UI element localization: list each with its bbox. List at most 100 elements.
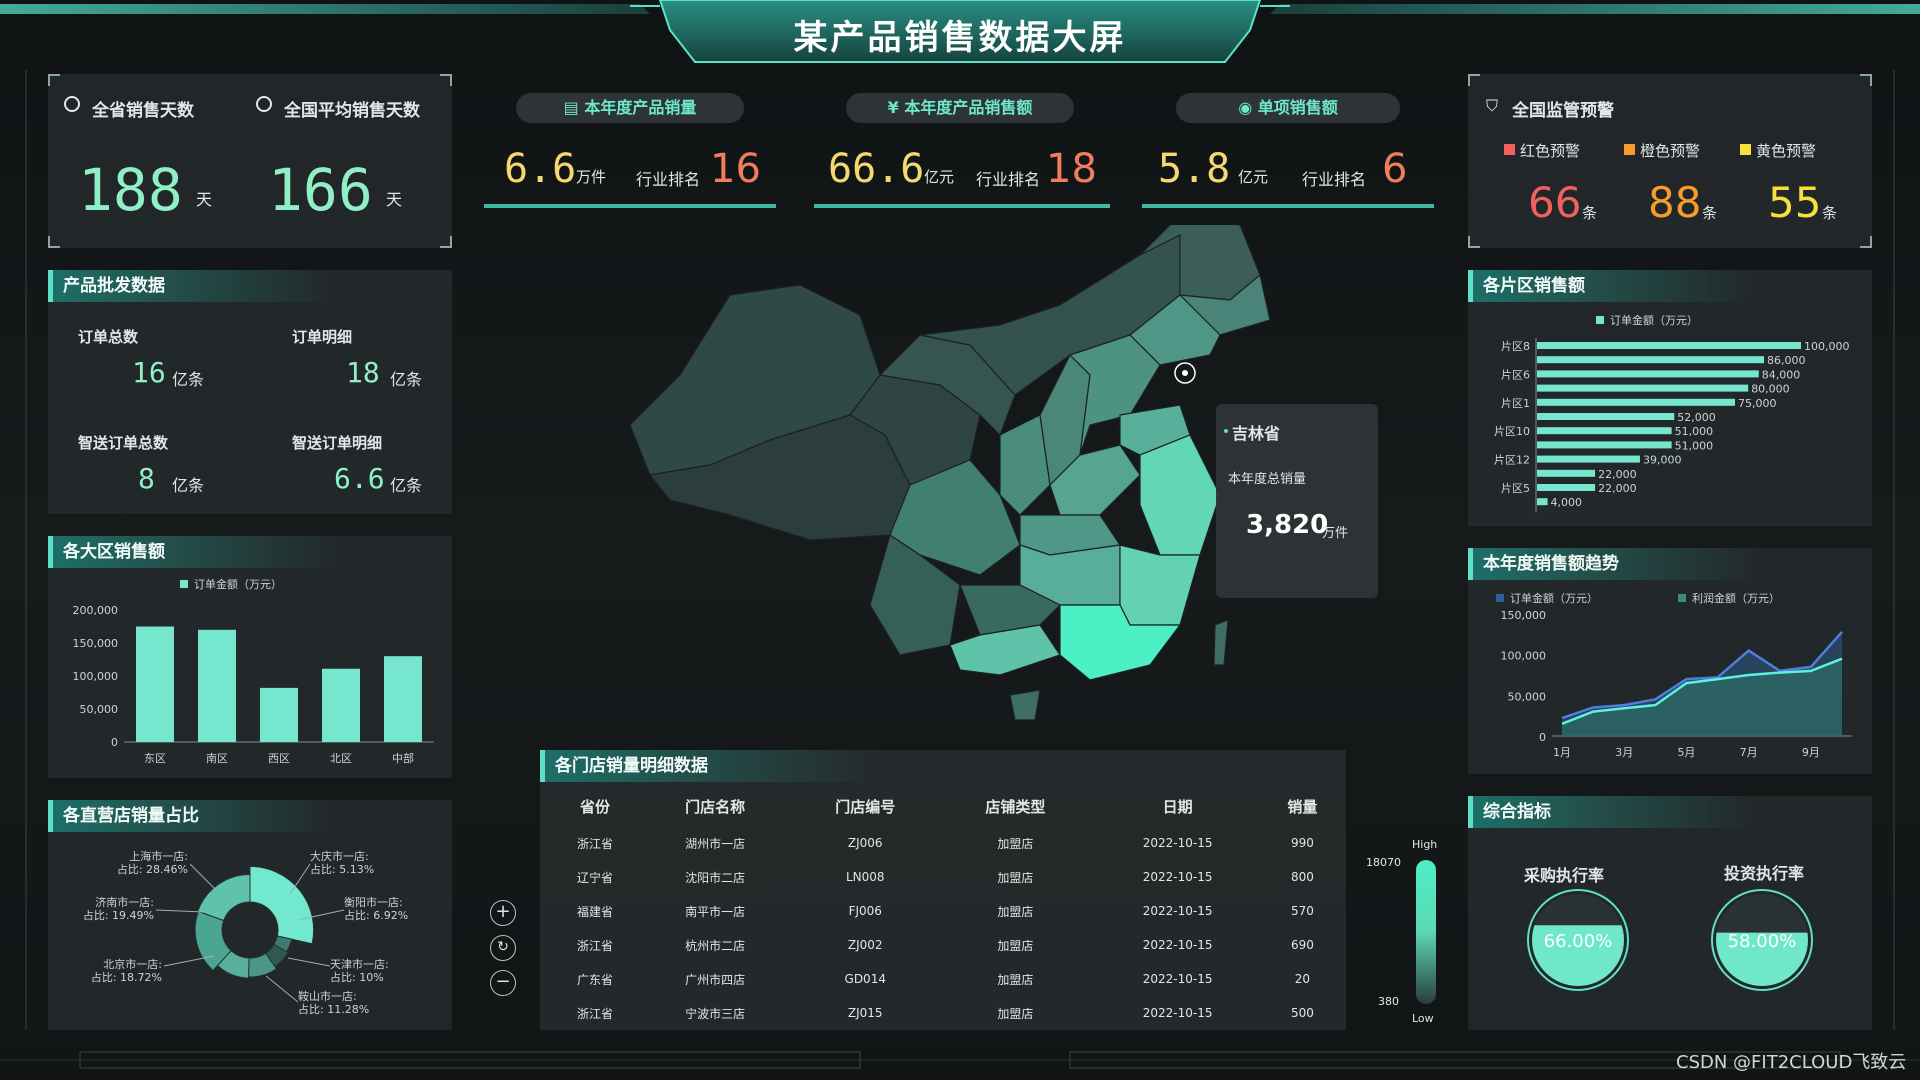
- tooltip-dot: [1224, 429, 1228, 433]
- table-row[interactable]: 福建省 南平市一店 FJ006 加盟店 2022-10-15 570: [550, 894, 1340, 928]
- table-cell: 990: [1290, 836, 1314, 850]
- orange-alert-label: 橙色预警: [1640, 142, 1701, 160]
- table-header-cell[interactable]: 日期: [1090, 786, 1264, 826]
- donut-label-share: 占比: 19.49%: [83, 908, 154, 922]
- zoom-out-button[interactable]: −: [490, 970, 516, 996]
- zone-legend-swatch: [1596, 316, 1604, 324]
- region-bar-西区[interactable]: [260, 687, 298, 742]
- region-bar-东区[interactable]: [136, 626, 174, 743]
- donut-slice-济南市一店[interactable]: [197, 873, 251, 922]
- table-cell: 南平市一店: [685, 904, 746, 919]
- tooltip-unit: 万件: [1322, 526, 1349, 541]
- red-alert-unit: 条: [1582, 204, 1598, 222]
- map-guangxi[interactable]: [949, 624, 1061, 676]
- map-jiangxi-fujian[interactable]: [1119, 544, 1201, 626]
- kpi-rank-3: 6: [1382, 146, 1408, 192]
- donut-leader-line: [155, 909, 205, 913]
- kpi-rank-label-2: 行业排名: [976, 170, 1041, 189]
- trend-legend-swatch-a: [1496, 594, 1504, 602]
- table-row[interactable]: 浙江省 湖州市一店 ZJ006 加盟店 2022-10-15 990: [550, 826, 1340, 860]
- table-row[interactable]: 广东省 广州市四店 GD014 加盟店 2022-10-15 20: [550, 962, 1340, 996]
- table-header-cell[interactable]: 门店编号: [790, 786, 940, 826]
- table-row[interactable]: 辽宁省 沈阳市二店 LN008 加盟店 2022-10-15 800: [550, 860, 1340, 894]
- trend-x-tick: 7月: [1740, 746, 1758, 759]
- minus-icon: −: [495, 971, 511, 992]
- zone-bar[interactable]: [1537, 484, 1596, 491]
- red-alert-label: 红色预警: [1520, 142, 1581, 160]
- donut-label-share: 占比: 11.28%: [298, 1002, 369, 1016]
- region-bar-北区[interactable]: [322, 668, 360, 742]
- wholesale-unit-4: 亿条: [390, 476, 423, 495]
- table-row[interactable]: 浙江省 杭州市二店 ZJ002 加盟店 2022-10-15 690: [550, 928, 1340, 962]
- zone-bar[interactable]: [1537, 441, 1672, 449]
- kpi-rank-2: 18: [1046, 146, 1097, 192]
- zone-bar[interactable]: [1537, 356, 1765, 364]
- table-header-cell[interactable]: 店铺类型: [940, 786, 1090, 826]
- trend-x-tick: 9月: [1802, 746, 1820, 759]
- province-days-label: 全省销售天数: [92, 101, 194, 121]
- map-location-dot: [1182, 370, 1188, 376]
- map-jiangsu-zhejiang[interactable]: [1139, 434, 1221, 556]
- table-cell: 广州市四店: [685, 972, 746, 987]
- region-y-tick: 50,000: [80, 703, 119, 716]
- legend-high: High: [1412, 838, 1438, 851]
- province-days-unit: 天: [196, 190, 213, 209]
- region-bar-南区[interactable]: [198, 629, 236, 742]
- table-cell: 加盟店: [997, 836, 1034, 851]
- donut-label-name: 鞍山市一店:: [298, 989, 357, 1003]
- red-alert-swatch: [1504, 144, 1515, 155]
- table-cell: 2022-10-15: [1142, 836, 1213, 850]
- kpi-value-2: 66.6: [828, 146, 925, 192]
- donut-slice-上海市一店[interactable]: [249, 865, 315, 945]
- plus-icon: +: [495, 901, 511, 922]
- kpi-rank-1: 16: [710, 146, 761, 192]
- region-x-tick: 南区: [206, 752, 228, 765]
- orange-alert-unit: 条: [1702, 204, 1718, 222]
- map-taiwan[interactable]: [1213, 619, 1229, 666]
- map-hainan[interactable]: [1009, 689, 1041, 721]
- zone-legend-label: 订单金额（万元）: [1610, 313, 1698, 327]
- orange-alert-swatch: [1624, 144, 1635, 155]
- donut-label-name: 上海市一店:: [129, 849, 188, 863]
- donut-label-share: 占比: 18.72%: [91, 970, 162, 984]
- table-cell: 加盟店: [997, 972, 1034, 987]
- kpi-pill-3: ◉ 单项销售额: [1176, 93, 1400, 123]
- region-y-tick: 100,000: [73, 670, 119, 683]
- yellow-alert-label: 黄色预警: [1756, 142, 1817, 160]
- kpi-unit-2: 亿元: [924, 168, 955, 186]
- trend-title: 本年度销售额趋势: [1468, 548, 1758, 580]
- zone-bar[interactable]: [1537, 413, 1675, 420]
- composite-panel: 综合指标 采购执行率 投资执行率 66.00% 58.00%: [1468, 796, 1872, 1030]
- table-cell: 2022-10-15: [1142, 904, 1213, 918]
- national-days-label: 全国平均销售天数: [284, 101, 420, 121]
- region-sales-title: 各大区销售额: [48, 536, 338, 568]
- zone-sales-panel: 各片区销售额 订单金额（万元） 100,000 片区8 86,000 84,000 片区6…: [1468, 270, 1872, 526]
- table-header-cell[interactable]: 销量: [1265, 786, 1340, 826]
- donut-leader-line: [287, 957, 331, 967]
- left-ruler: [25, 70, 27, 1030]
- table-cell: 加盟店: [997, 870, 1034, 885]
- table-cell: ZJ015: [847, 1006, 883, 1020]
- legend-gradient-slider[interactable]: [1416, 860, 1436, 1004]
- zone-bar[interactable]: [1537, 398, 1735, 406]
- region-bar-中部[interactable]: [384, 656, 422, 742]
- yellow-alert-swatch: [1740, 144, 1751, 155]
- zone-bar[interactable]: [1537, 342, 1801, 349]
- wholesale-title: 产品批发数据: [48, 270, 338, 302]
- reset-view-button[interactable]: ↻: [490, 935, 516, 961]
- zone-bar[interactable]: [1537, 498, 1548, 506]
- zone-bar[interactable]: [1537, 370, 1759, 378]
- zoom-in-button[interactable]: +: [490, 900, 516, 926]
- yen-icon: ¥: [887, 98, 899, 117]
- china-map[interactable]: [620, 225, 1300, 745]
- zone-bar[interactable]: [1537, 455, 1640, 463]
- zone-bar[interactable]: [1537, 427, 1672, 435]
- table-header-cell[interactable]: 省份: [550, 786, 640, 826]
- zone-category-label: 片区10: [1494, 425, 1530, 438]
- table-row[interactable]: 浙江省 宁波市三店 ZJ015 加盟店 2022-10-15 500: [550, 996, 1340, 1030]
- trend-legend-b: 利润金额（万元）: [1692, 591, 1780, 605]
- table-header-cell[interactable]: 门店名称: [640, 786, 790, 826]
- zone-bar[interactable]: [1537, 469, 1596, 477]
- tooltip-label: 本年度总销量: [1228, 472, 1307, 487]
- zone-bar[interactable]: [1537, 384, 1749, 392]
